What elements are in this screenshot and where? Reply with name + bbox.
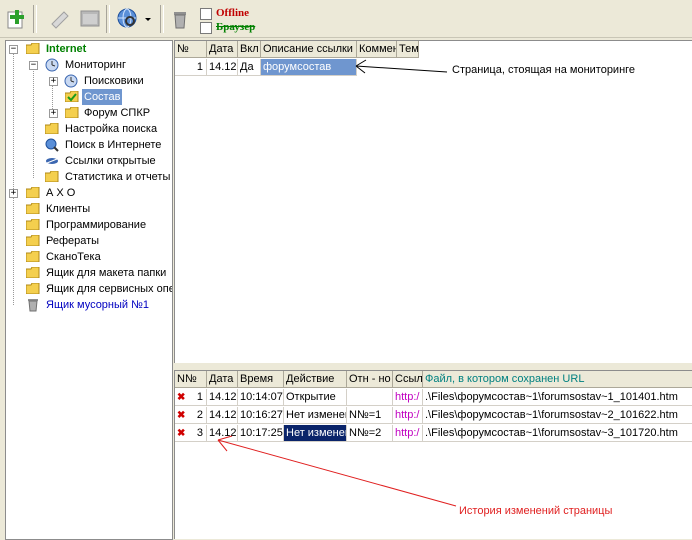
- add-icon[interactable]: [4, 6, 28, 30]
- folder-icon: [26, 43, 40, 54]
- folder-check-icon: [65, 91, 79, 102]
- clock-icon: [45, 58, 59, 72]
- search-globe-icon: [45, 138, 59, 152]
- column-header-relative[interactable]: Отн - но: [347, 371, 393, 388]
- edit-icon[interactable]: [48, 6, 72, 30]
- browser-checkbox[interactable]: [200, 22, 212, 34]
- tree-item-aho[interactable]: + А Х О: [8, 185, 170, 201]
- column-header-topic[interactable]: Тема: [397, 41, 419, 58]
- toolbar: Offline Браузер: [0, 0, 692, 38]
- folder-icon: [26, 187, 40, 198]
- tree-item-internet-search[interactable]: Поиск в Интернете: [8, 137, 170, 153]
- column-header-date[interactable]: Дата: [207, 41, 238, 58]
- folder-icon: [26, 267, 40, 278]
- column-header-date[interactable]: Дата: [207, 371, 238, 388]
- folder-icon: [26, 251, 40, 262]
- annotation-history: История изменений страницы: [456, 500, 692, 522]
- dropdown-icon[interactable]: [142, 6, 154, 30]
- links-grid[interactable]: № Дата Вкл Описание ссылки Комментарий Т…: [174, 40, 692, 363]
- column-header-number[interactable]: №: [175, 41, 207, 58]
- tree-item-stats[interactable]: Статистика и отчеты: [8, 169, 170, 185]
- selected-action-cell: Нет изменения: [284, 425, 347, 442]
- tree-item-essays[interactable]: Рефераты: [8, 233, 170, 249]
- folder-icon: [26, 203, 40, 214]
- column-header-comment[interactable]: Комментарий: [357, 41, 397, 58]
- error-x-icon: ✖: [177, 428, 186, 439]
- folder-icon: [26, 219, 40, 230]
- tree-item-monitoring[interactable]: − Мониторинг: [8, 57, 170, 73]
- folder-icon: [45, 123, 59, 134]
- tree-item-programming[interactable]: Программирование: [8, 217, 170, 233]
- column-header-description[interactable]: Описание ссылки: [261, 41, 357, 58]
- tree-item-search-settings[interactable]: Настройка поиска: [8, 121, 170, 137]
- tree-item-sostav[interactable]: Состав: [8, 89, 170, 105]
- tree-item-scanoteka[interactable]: СканоТека: [8, 249, 170, 265]
- tree-item-search-engines[interactable]: + Поисковики: [8, 73, 170, 89]
- tree-item-service-box[interactable]: Ящик для сервисных операций: [8, 281, 172, 297]
- globe-search-icon[interactable]: [115, 6, 139, 30]
- offline-checkbox[interactable]: [200, 8, 212, 20]
- folder-icon: [65, 107, 79, 118]
- column-header-action[interactable]: Действие: [284, 371, 347, 388]
- browser-label: Браузер: [216, 21, 256, 33]
- trash-icon: [28, 299, 38, 312]
- trash-icon[interactable]: [168, 6, 192, 30]
- error-x-icon: ✖: [177, 392, 186, 403]
- clock-icon: [64, 74, 78, 88]
- column-header-number[interactable]: N№: [175, 371, 207, 388]
- column-header-time[interactable]: Время: [238, 371, 284, 388]
- tree-item-internet[interactable]: − Internet: [8, 41, 170, 57]
- offline-label: Offline: [216, 7, 249, 19]
- selected-link-description: форумсостав: [261, 59, 357, 76]
- folder-icon: [45, 171, 59, 182]
- tree-item-template-box[interactable]: Ящик для макета папки: [8, 265, 170, 281]
- tree-item-open-links[interactable]: Ссылки открытые: [8, 153, 170, 169]
- folder-icon: [26, 235, 40, 246]
- column-header-enabled[interactable]: Вкл: [238, 41, 261, 58]
- column-header-link[interactable]: Ссылка: [393, 371, 423, 388]
- folder-icon: [26, 283, 40, 294]
- link-icon: [46, 158, 58, 164]
- tree-item-trash[interactable]: Ящик мусорный №1: [8, 297, 170, 313]
- annotation-monitor-page: Страница, стоящая на мониторинге: [448, 60, 692, 84]
- error-x-icon: ✖: [177, 410, 186, 421]
- folder-icon[interactable]: [78, 6, 102, 30]
- folder-tree[interactable]: − Internet − Мониторинг + Поисковики Сос…: [5, 40, 173, 540]
- tree-item-clients[interactable]: Клиенты: [8, 201, 170, 217]
- column-header-file[interactable]: Файл, в котором сохранен URL: [423, 371, 692, 388]
- tree-item-forum-spkr[interactable]: + Форум СПКР: [8, 105, 170, 121]
